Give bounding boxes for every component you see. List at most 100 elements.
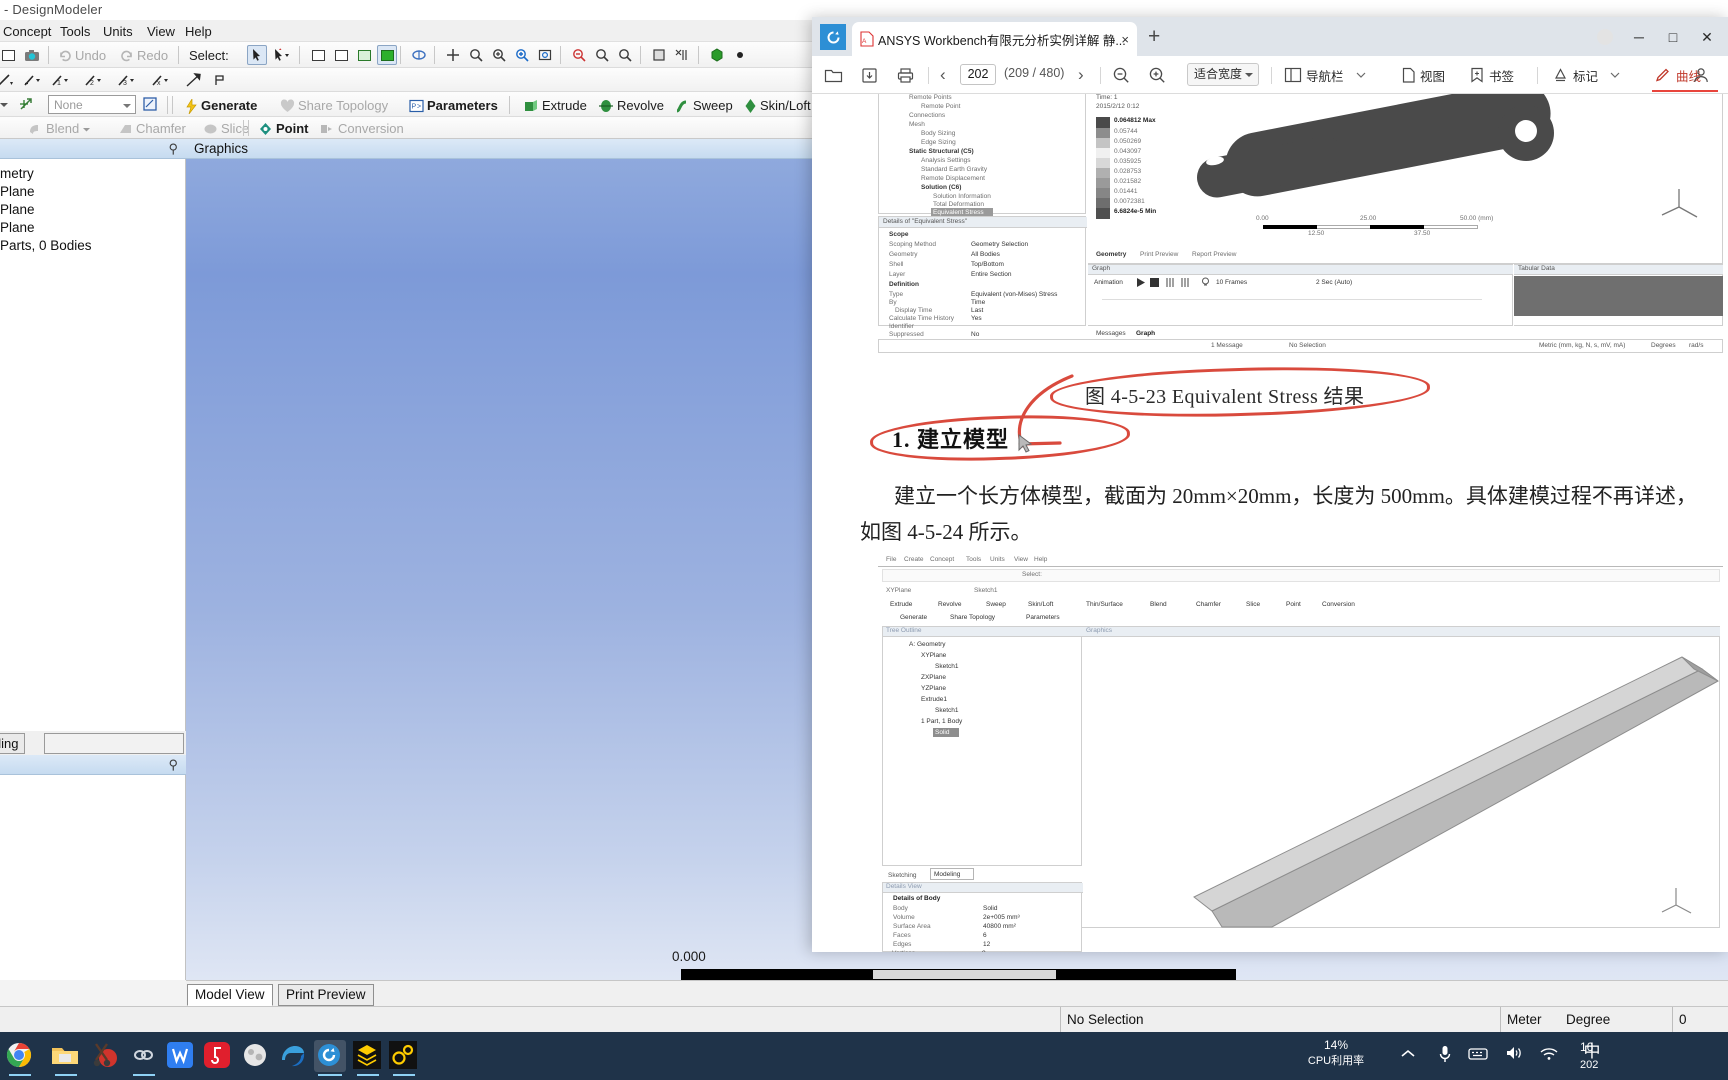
revolve-button[interactable]: Revolve — [598, 96, 664, 116]
blend-button[interactable]: Blend — [28, 119, 91, 139]
point-button[interactable]: Point — [258, 119, 309, 139]
close-button[interactable]: ✕ — [1690, 25, 1724, 49]
taskbar-pdf-reader-icon[interactable] — [314, 1040, 346, 1072]
select-vertex-icon[interactable] — [308, 45, 328, 65]
open-file-icon[interactable] — [824, 64, 843, 86]
microphone-icon[interactable] — [1438, 1045, 1452, 1068]
chevron-up-icon[interactable] — [1400, 1047, 1416, 1065]
menu-item-concept[interactable]: Concept — [0, 22, 56, 41]
taskbar-app-icon[interactable] — [240, 1040, 272, 1072]
select-face-icon[interactable] — [354, 45, 374, 65]
magnifier-icon[interactable] — [615, 45, 635, 65]
generate-button[interactable]: Generate — [185, 96, 257, 116]
page-number-input[interactable]: 202 — [960, 64, 996, 85]
flag-tool-icon[interactable] — [210, 70, 230, 90]
menu-item-units[interactable]: Units — [98, 22, 138, 41]
tree-outline-panel[interactable]: metry Plane Plane Plane Parts, 0 Bodies — [0, 159, 186, 731]
box-select-icon[interactable] — [272, 45, 292, 65]
previous-page-button[interactable]: ‹ — [940, 64, 946, 86]
new-plane-icon[interactable] — [17, 94, 37, 114]
account-icon[interactable] — [1692, 64, 1710, 86]
plane-dropdown-icon[interactable] — [0, 95, 14, 115]
menu-item-tools[interactable]: Tools — [55, 22, 95, 41]
taskbar-chrome-icon[interactable] — [4, 1040, 36, 1072]
taskbar-ansys-designmodeler-icon[interactable] — [388, 1040, 420, 1072]
fit-mode-dropdown[interactable]: 适合宽度 — [1187, 63, 1260, 86]
next-view-icon[interactable] — [592, 45, 612, 65]
details-view-panel[interactable] — [0, 775, 186, 980]
zoom-in-icon[interactable] — [512, 45, 532, 65]
screenshot-icon[interactable] — [22, 45, 42, 65]
close-tab-icon[interactable]: × — [1121, 32, 1129, 47]
taskbar-snip-tool-icon[interactable] — [88, 1040, 120, 1072]
annotate-button[interactable]: 标记 — [1552, 64, 1620, 86]
new-icon[interactable] — [0, 45, 18, 65]
tab-modeling[interactable]: eling — [0, 733, 26, 754]
select-body-icon[interactable] — [377, 45, 397, 65]
zoom-icon[interactable] — [466, 45, 486, 65]
wifi-icon[interactable] — [1540, 1047, 1558, 1066]
single-select-icon[interactable] — [247, 45, 267, 65]
line-tool-icon[interactable] — [0, 70, 16, 90]
iso-view-icon[interactable] — [649, 45, 669, 65]
chevron-down-icon[interactable] — [82, 125, 91, 134]
pdf-reader-window[interactable]: A ANSYS Workbench有限元分析实例详解 静... × + ─ □ … — [812, 17, 1728, 952]
arrow-tool-icon[interactable] — [184, 70, 204, 90]
pin-icon[interactable]: ⚲ — [168, 141, 178, 157]
taskbar-link-icon[interactable] — [128, 1040, 160, 1072]
line-tool-3-icon[interactable]: 3 — [116, 70, 136, 90]
taskbar-file-explorer-icon[interactable] — [50, 1040, 82, 1072]
pdf-document-tab[interactable]: A ANSYS Workbench有限元分析实例详解 静... × — [852, 22, 1137, 56]
pin-icon[interactable]: ⚲ — [168, 757, 178, 773]
body-view-icon[interactable] — [707, 45, 727, 65]
navigation-pane-button[interactable]: 导航栏 — [1284, 64, 1366, 86]
tab-print-preview[interactable]: Print Preview — [278, 984, 374, 1006]
look-at-icon[interactable] — [672, 45, 692, 65]
pan-icon[interactable] — [443, 45, 463, 65]
keyboard-icon[interactable] — [1468, 1046, 1488, 1066]
menu-item-help[interactable]: Help — [180, 22, 217, 41]
extrude-button[interactable]: Extrude — [524, 96, 587, 116]
clock-time[interactable]: 16 — [1580, 1040, 1640, 1054]
clock-date[interactable]: 202 — [1580, 1058, 1640, 1072]
tab-model-view[interactable]: Model View — [187, 984, 273, 1006]
zoom-in-icon[interactable] — [1148, 64, 1167, 86]
undo-button[interactable]: Undo — [58, 46, 106, 66]
select-edge-icon[interactable] — [331, 45, 351, 65]
volume-icon[interactable] — [1505, 1045, 1523, 1066]
view-button[interactable]: 视图 — [1400, 64, 1445, 86]
chamfer-button[interactable]: Chamfer — [118, 119, 186, 139]
taskbar-edge-icon[interactable] — [278, 1040, 310, 1072]
rotate-icon[interactable] — [409, 45, 429, 65]
line-by-2-points-icon[interactable] — [22, 70, 42, 90]
taskbar-music-icon[interactable] — [202, 1040, 234, 1072]
print-icon[interactable] — [896, 64, 915, 86]
new-tab-button[interactable]: + — [1148, 26, 1160, 47]
new-sketch-icon[interactable] — [141, 94, 161, 114]
zoom-to-fit-icon[interactable] — [535, 45, 555, 65]
point-view-icon[interactable] — [730, 45, 750, 65]
bookmark-button[interactable]: 书签 — [1469, 64, 1514, 86]
menu-item-view[interactable]: View — [142, 22, 180, 41]
parameters-button[interactable]: P > Parameters — [409, 96, 498, 116]
save-file-icon[interactable] — [860, 64, 879, 86]
line-tool-1-icon[interactable]: 1 — [50, 70, 70, 90]
pdf-page-content[interactable]: Coordinate Systems Remote Points Remote … — [812, 94, 1728, 952]
next-page-button[interactable]: › — [1078, 64, 1084, 86]
conversion-button[interactable]: Conversion — [320, 119, 404, 139]
tree-item-xyplane[interactable]: Plane — [0, 183, 185, 201]
skinloft-button[interactable]: Skin/Loft — [744, 96, 811, 116]
box-zoom-icon[interactable] — [489, 45, 509, 65]
redo-button[interactable]: Redo — [120, 46, 168, 66]
tree-item-parts-bodies[interactable]: Parts, 0 Bodies — [0, 237, 185, 255]
taskbar-wps-icon[interactable] — [165, 1040, 197, 1072]
tree-item-geometry[interactable]: metry — [0, 165, 185, 183]
minimize-button[interactable]: ─ — [1622, 25, 1656, 49]
window-more-icon[interactable] — [1588, 25, 1622, 49]
zoom-out-icon[interactable] — [1112, 64, 1131, 86]
line-tool-x-icon[interactable]: x — [150, 70, 170, 90]
sweep-button[interactable]: Sweep — [675, 96, 733, 116]
taskbar-ansys-workbench-icon[interactable] — [352, 1040, 384, 1072]
windows-taskbar[interactable]: 14% CPU利用率 中 16 202 — [0, 1032, 1728, 1080]
line-tool-2-icon[interactable]: 2 — [83, 70, 103, 90]
